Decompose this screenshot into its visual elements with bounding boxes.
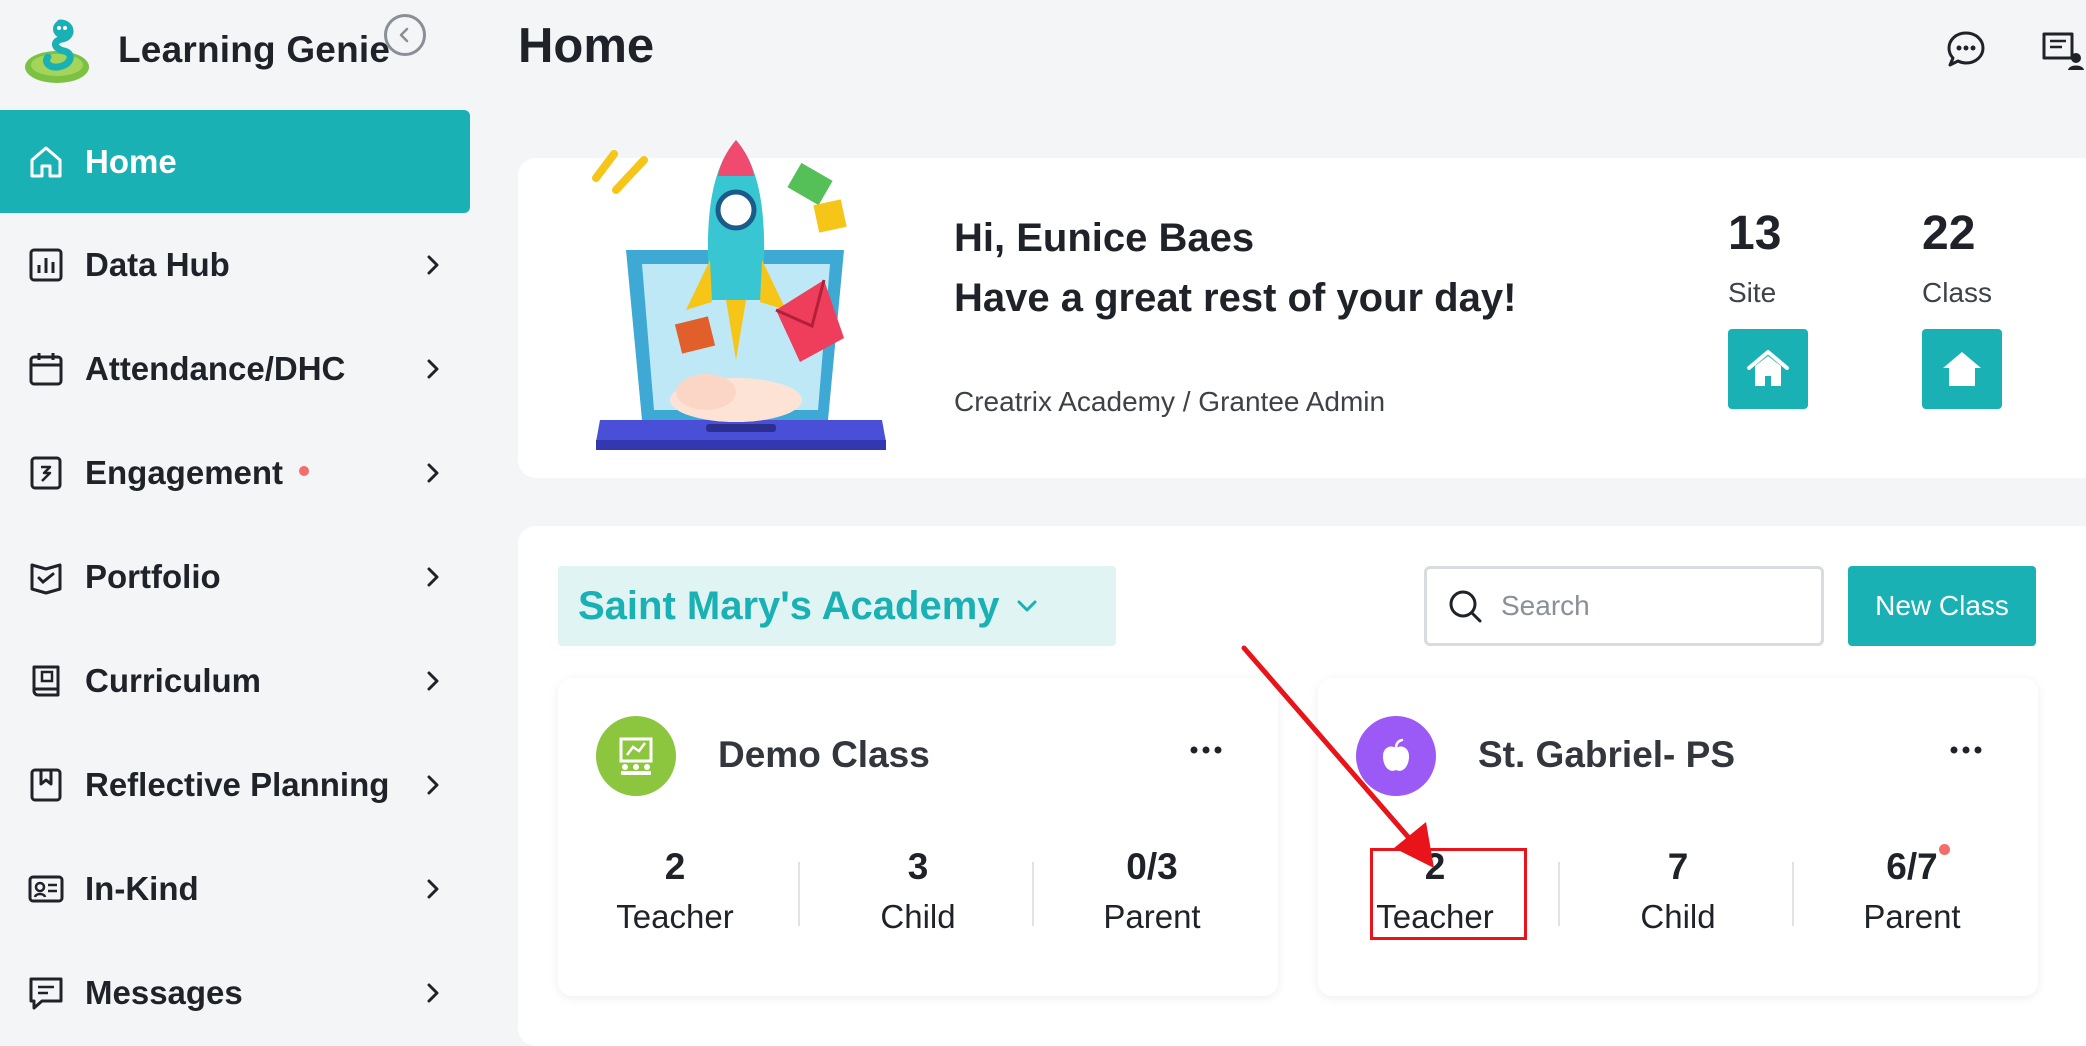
divider [798,862,800,926]
contact-card-icon[interactable] [2040,28,2084,72]
child-stat[interactable]: 3 Child [801,846,1035,936]
sidebar-item-curriculum[interactable]: Curriculum [0,629,470,733]
site-stat: 13 Site [1728,206,1848,409]
class-avatar [596,716,676,796]
org-role-text: Creatrix Academy / Grantee Admin [954,386,1386,417]
class-name: Demo Class [718,734,930,775]
sidebar-item-messages[interactable]: Messages [0,941,470,1045]
class-name: St. Gabriel- PS [1478,734,1736,775]
bookmark-book-icon [30,768,62,802]
chevron-down-icon [1017,600,1037,612]
house-icon [1747,350,1789,386]
collapse-sidebar-button[interactable] [384,14,426,56]
page-title: Home [518,19,655,73]
chevron-right-icon [427,255,439,275]
parent-stat[interactable]: 6/7 Parent [1795,844,2029,936]
parent-count: 0/3 [1126,846,1178,887]
house-icon [1943,352,1981,386]
class-count: 22 [1922,207,1976,260]
new-class-button[interactable]: New Class [1848,566,2036,646]
chevron-right-icon [427,567,439,587]
divider [1792,862,1794,926]
search-box[interactable] [1424,566,1824,646]
sidebar-item-home[interactable]: Home [0,110,470,213]
class-stat: 22 Class [1922,206,2042,409]
message-square-icon [29,977,63,1010]
chevron-right-icon [427,983,439,1003]
search-input[interactable] [1499,589,1799,623]
more-options-icon[interactable] [1946,740,1986,760]
sidebar-item-data-hub[interactable]: Data Hub [0,213,470,317]
chevron-right-icon [427,775,439,795]
class-card-demo-class[interactable]: Demo Class 2 Teacher 3 Child 0/3 Parent [558,678,1278,996]
sidebar-item-engagement[interactable]: Engagement [0,421,470,525]
child-label: Child [1640,898,1716,935]
child-stat[interactable]: 7 Child [1561,846,1795,936]
classes-button[interactable] [1922,329,2002,409]
parent-count: 6/7 [1886,844,1950,888]
site-label: Site [1728,277,1777,308]
chevron-right-icon [427,463,439,483]
child-count: 3 [907,846,929,887]
teacher-count: 2 [664,846,686,887]
class-label: Class [1922,277,1993,308]
sidebar-item-label: In-Kind [85,870,199,907]
sites-button[interactable] [1728,329,1808,409]
notification-dot [1938,844,1950,855]
rocket-launch-illustration-icon [592,140,886,450]
sidebar-nav: Home Data Hub Attendance/DHC Engagement … [0,110,470,1045]
more-options-icon[interactable] [1186,740,1226,760]
site-selector-label: Saint Mary's Academy [578,583,1000,628]
sidebar-item-label: Portfolio [85,558,221,595]
divider [1558,862,1560,926]
book-icon [32,665,60,697]
classroom-icon [619,737,653,775]
parent-label: Parent [1103,898,1201,935]
site-count: 13 [1728,207,1782,260]
sidebar-item-label: Messages [85,974,243,1011]
child-count: 7 [1667,846,1689,887]
sidebar-item-label: Reflective Planning [85,766,390,803]
greeting-message: Have a great rest of your day! [954,276,1517,320]
sidebar-item-in-kind[interactable]: In-Kind [0,837,470,941]
sidebar-item-label: Data Hub [85,246,230,283]
engagement-icon [30,456,62,490]
greeting-text: Hi, Eunice Baes [954,216,1255,260]
sidebar: Learning Genie Home Data Hub Attendance/… [0,0,470,1020]
sidebar-item-label: Home [85,142,177,180]
class-stats: 2 Teacher 3 Child 0/3 Parent [558,846,1278,946]
notification-dot [299,466,310,476]
calendar-icon [29,353,63,386]
sidebar-item-reflective-planning[interactable]: Reflective Planning [0,733,470,837]
portfolio-icon [30,563,62,595]
chat-bubble-icon[interactable] [1944,28,1988,72]
parent-label: Parent [1863,898,1961,935]
sidebar-item-attendance[interactable]: Attendance/DHC [0,317,470,421]
site-selector-dropdown[interactable]: Saint Mary's Academy [558,566,1116,646]
chevron-right-icon [427,671,439,691]
sidebar-item-label: Engagement [85,454,310,492]
learning-genie-logo-icon [25,19,89,83]
chevron-left-icon [399,27,409,43]
annotation-highlight-box [1370,848,1527,940]
sidebar-item-portfolio[interactable]: Portfolio [0,525,470,629]
chevron-right-icon [427,359,439,379]
home-icon [30,146,62,177]
chevron-right-icon [427,879,439,899]
id-card-icon [28,875,64,903]
sidebar-item-label: Attendance/DHC [85,350,346,387]
teacher-label: Teacher [616,898,734,935]
search-icon [1449,590,1482,623]
bar-chart-icon [29,248,63,282]
divider [1032,862,1034,926]
sidebar-item-label: Curriculum [85,662,262,699]
annotation-arrow-icon [1241,645,1434,868]
app-name: Learning Genie [118,29,391,70]
welcome-card: Hi, Eunice Baes Have a great rest of you… [518,140,2086,478]
child-label: Child [880,898,956,935]
teacher-stat[interactable]: 2 Teacher [558,846,792,936]
